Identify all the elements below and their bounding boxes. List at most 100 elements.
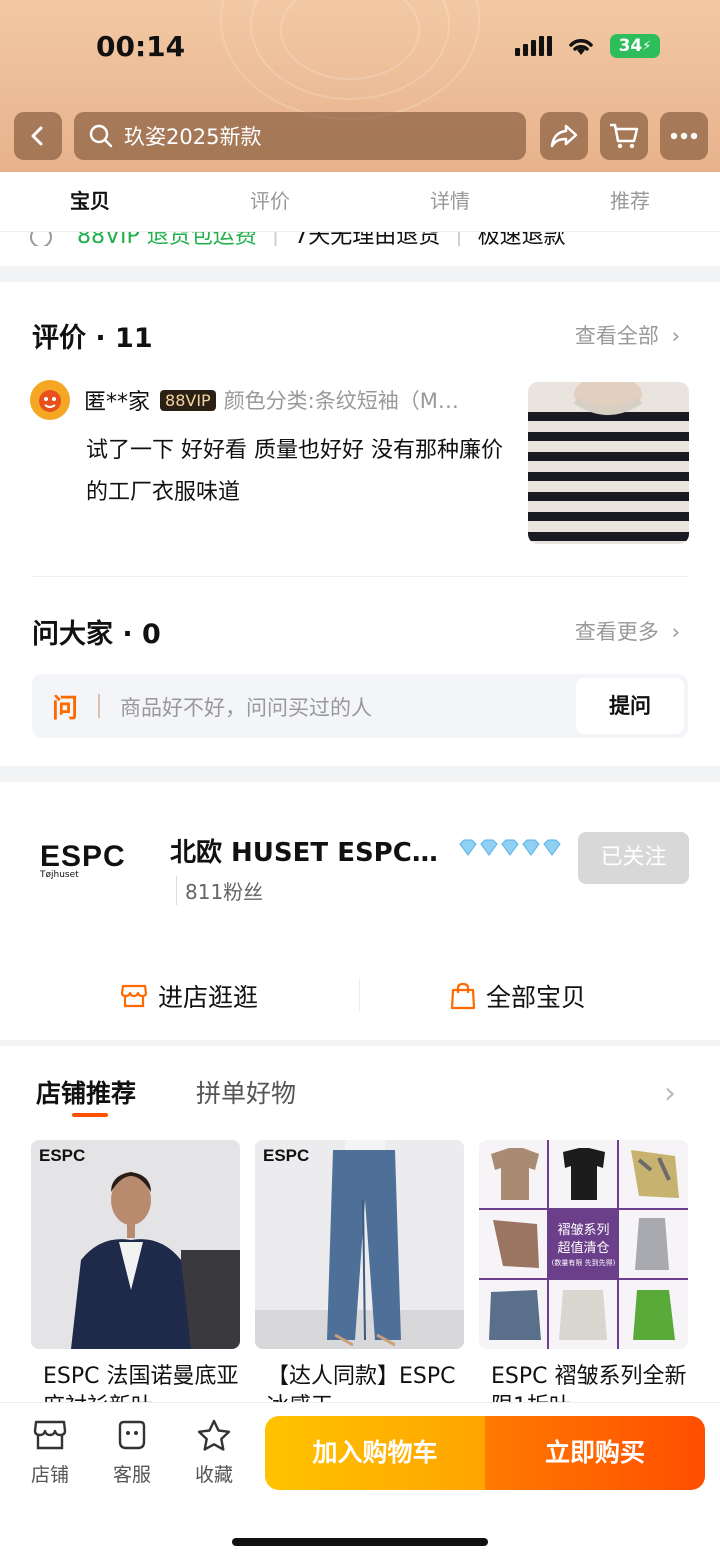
qa-title: 问大家 · 0 (32, 619, 161, 650)
wifi-icon (569, 39, 593, 55)
qa-more-link[interactable]: 查看更多 › (575, 616, 680, 646)
more-button[interactable] (660, 112, 708, 160)
customer-service-button[interactable]: 客服 (102, 1418, 162, 1487)
diamond-icon (459, 839, 561, 856)
service-strip[interactable]: 88VIP 退货包运费 | 7天无理由退货 | 极速退款 (0, 232, 720, 246)
star-icon (197, 1419, 231, 1451)
divider (359, 978, 360, 1012)
vip-return-shipping: 88VIP 退货包运费 (77, 232, 257, 246)
chevron-left-icon (31, 126, 43, 146)
battery-indicator: 34 ⚡ (610, 34, 660, 58)
reviews-more-link[interactable]: 查看全部 › (575, 320, 680, 350)
tab-details[interactable]: 详情 (360, 172, 540, 231)
avatar-face-icon (39, 390, 61, 412)
nav-row: 玖姿2025新款 (0, 112, 720, 160)
promo-note: (数量有限 先到先得) (551, 1259, 616, 1267)
home-indicator[interactable] (232, 1538, 488, 1546)
reviews-title: 评价 · 11 (32, 323, 153, 354)
reviewer-row: 匿**家 88VIP 颜色分类:条纹短袖（M… (30, 380, 510, 420)
favorite-button[interactable]: 收藏 (184, 1418, 244, 1487)
chevron-right-icon: › (671, 620, 680, 644)
section-gap (0, 266, 720, 282)
product-card-title[interactable]: 【达人同款】ESPC冰感天 (267, 1362, 467, 1402)
divider: | (455, 232, 463, 246)
qa-more-label: 查看更多 (574, 620, 659, 644)
all-items-button[interactable]: 全部宝贝 (450, 974, 586, 1018)
card-brand: ESPC (39, 1146, 86, 1165)
promo-title: 褶皱系列 (557, 1223, 610, 1238)
service-label: 客服 (112, 1464, 151, 1486)
product-card-image[interactable]: ESPC (31, 1140, 240, 1349)
jeans-image (255, 1140, 464, 1349)
ask-icon: 问 (52, 694, 79, 724)
status-time: 00:14 (96, 30, 186, 63)
all-items-label: 全部宝贝 (486, 983, 587, 1012)
detail-tabs: 宝贝 评价 详情 推荐 (0, 172, 720, 232)
shop-button[interactable]: 店铺 (20, 1418, 80, 1487)
enter-store-button[interactable]: 进店逛逛 (120, 974, 258, 1018)
service-info: 88VIP 退货包运费 | 7天无理由退货 | 极速退款 (30, 232, 566, 246)
search-icon (89, 124, 113, 148)
enter-store-label: 进店逛逛 (158, 983, 259, 1012)
divider: | (271, 232, 280, 246)
more-icon (670, 132, 698, 140)
chevron-right-icon[interactable]: › (664, 1076, 676, 1111)
chat-face-icon (118, 1420, 146, 1450)
avatar (30, 380, 70, 420)
product-card-title[interactable]: ESPC 褶皱系列全新限1折叶 (491, 1362, 691, 1402)
divider (98, 694, 100, 718)
cart-button[interactable] (600, 112, 648, 160)
signal-icon (515, 36, 552, 56)
add-to-cart-button[interactable]: 加入购物车 (265, 1416, 485, 1490)
product-card-image[interactable]: ESPC (255, 1140, 464, 1349)
review-photo[interactable] (528, 382, 689, 544)
tab-reviews[interactable]: 评价 (180, 172, 360, 231)
striped-shirt-image (528, 382, 689, 544)
tab-group-buy[interactable]: 拼单好物 (196, 1074, 296, 1110)
refund-policy: 极速退款 (477, 232, 566, 246)
product-card-title[interactable]: ESPC 法国诺曼底亚麻衬衫新叶 (43, 1362, 243, 1402)
store-logo[interactable]: ESPC Tøjhuset (40, 840, 140, 900)
app-header: 00:14 34 ⚡ 玖姿2025新款 (0, 0, 720, 172)
store-rating-diamonds (458, 838, 562, 858)
battery-level: 34 (618, 36, 643, 56)
ask-button[interactable]: 提问 (576, 678, 684, 734)
model-navy-shirt-image (31, 1140, 240, 1349)
back-button[interactable] (14, 112, 62, 160)
divider (32, 576, 688, 577)
tab-store-recommend[interactable]: 店铺推荐 (36, 1074, 136, 1110)
vip-badge: 88VIP (160, 389, 216, 411)
follow-button[interactable]: 已关注 (578, 832, 689, 884)
active-tab-indicator (72, 1113, 108, 1117)
reviews-more-label: 查看全部 (574, 324, 659, 348)
shop-label: 店铺 (30, 1464, 69, 1486)
tab-item[interactable]: 宝贝 (0, 172, 180, 231)
section-gap (0, 766, 720, 782)
return-policy: 7天无理由退货 (294, 232, 441, 246)
buy-now-button[interactable]: 立即购买 (485, 1416, 705, 1490)
section-gap (0, 1040, 720, 1046)
search-text: 玖姿2025新款 (124, 125, 262, 149)
review-text: 试了一下 好好看 质量也好好 没有那种廉价的工厂衣服味道 (86, 438, 503, 505)
chevron-right-icon: › (671, 324, 680, 348)
store-icon (120, 984, 148, 1008)
store-logo-text: ESPC (40, 840, 126, 873)
shield-icon (30, 232, 52, 246)
ask-box[interactable]: 问 商品好不好，问问买过的人 提问 (32, 674, 688, 738)
promo-overlay: 褶皱系列 超值清仓 (数量有限 先到先得) (549, 1222, 618, 1268)
store-icon (33, 1420, 67, 1450)
search-bar[interactable]: 玖姿2025新款 (74, 112, 526, 160)
share-icon (550, 124, 578, 148)
bag-icon (450, 982, 476, 1010)
reviewer-name: 匿**家 (84, 390, 151, 415)
tab-recommend[interactable]: 推荐 (540, 172, 720, 231)
store-fans: 811粉丝 (176, 876, 263, 905)
store-name[interactable]: 北欧 HUSET ESPC… (170, 832, 450, 869)
favorite-label: 收藏 (194, 1464, 233, 1486)
product-card-image[interactable]: 褶皱系列 超值清仓 (数量有限 先到先得) (479, 1140, 688, 1349)
card-brand: ESPC (263, 1146, 310, 1165)
review-spec: 颜色分类:条纹短袖（M… (223, 389, 459, 413)
share-button[interactable] (540, 112, 588, 160)
status-icons: 34 ⚡ (515, 34, 660, 58)
ask-input[interactable]: 商品好不好，问问买过的人 (120, 692, 372, 722)
